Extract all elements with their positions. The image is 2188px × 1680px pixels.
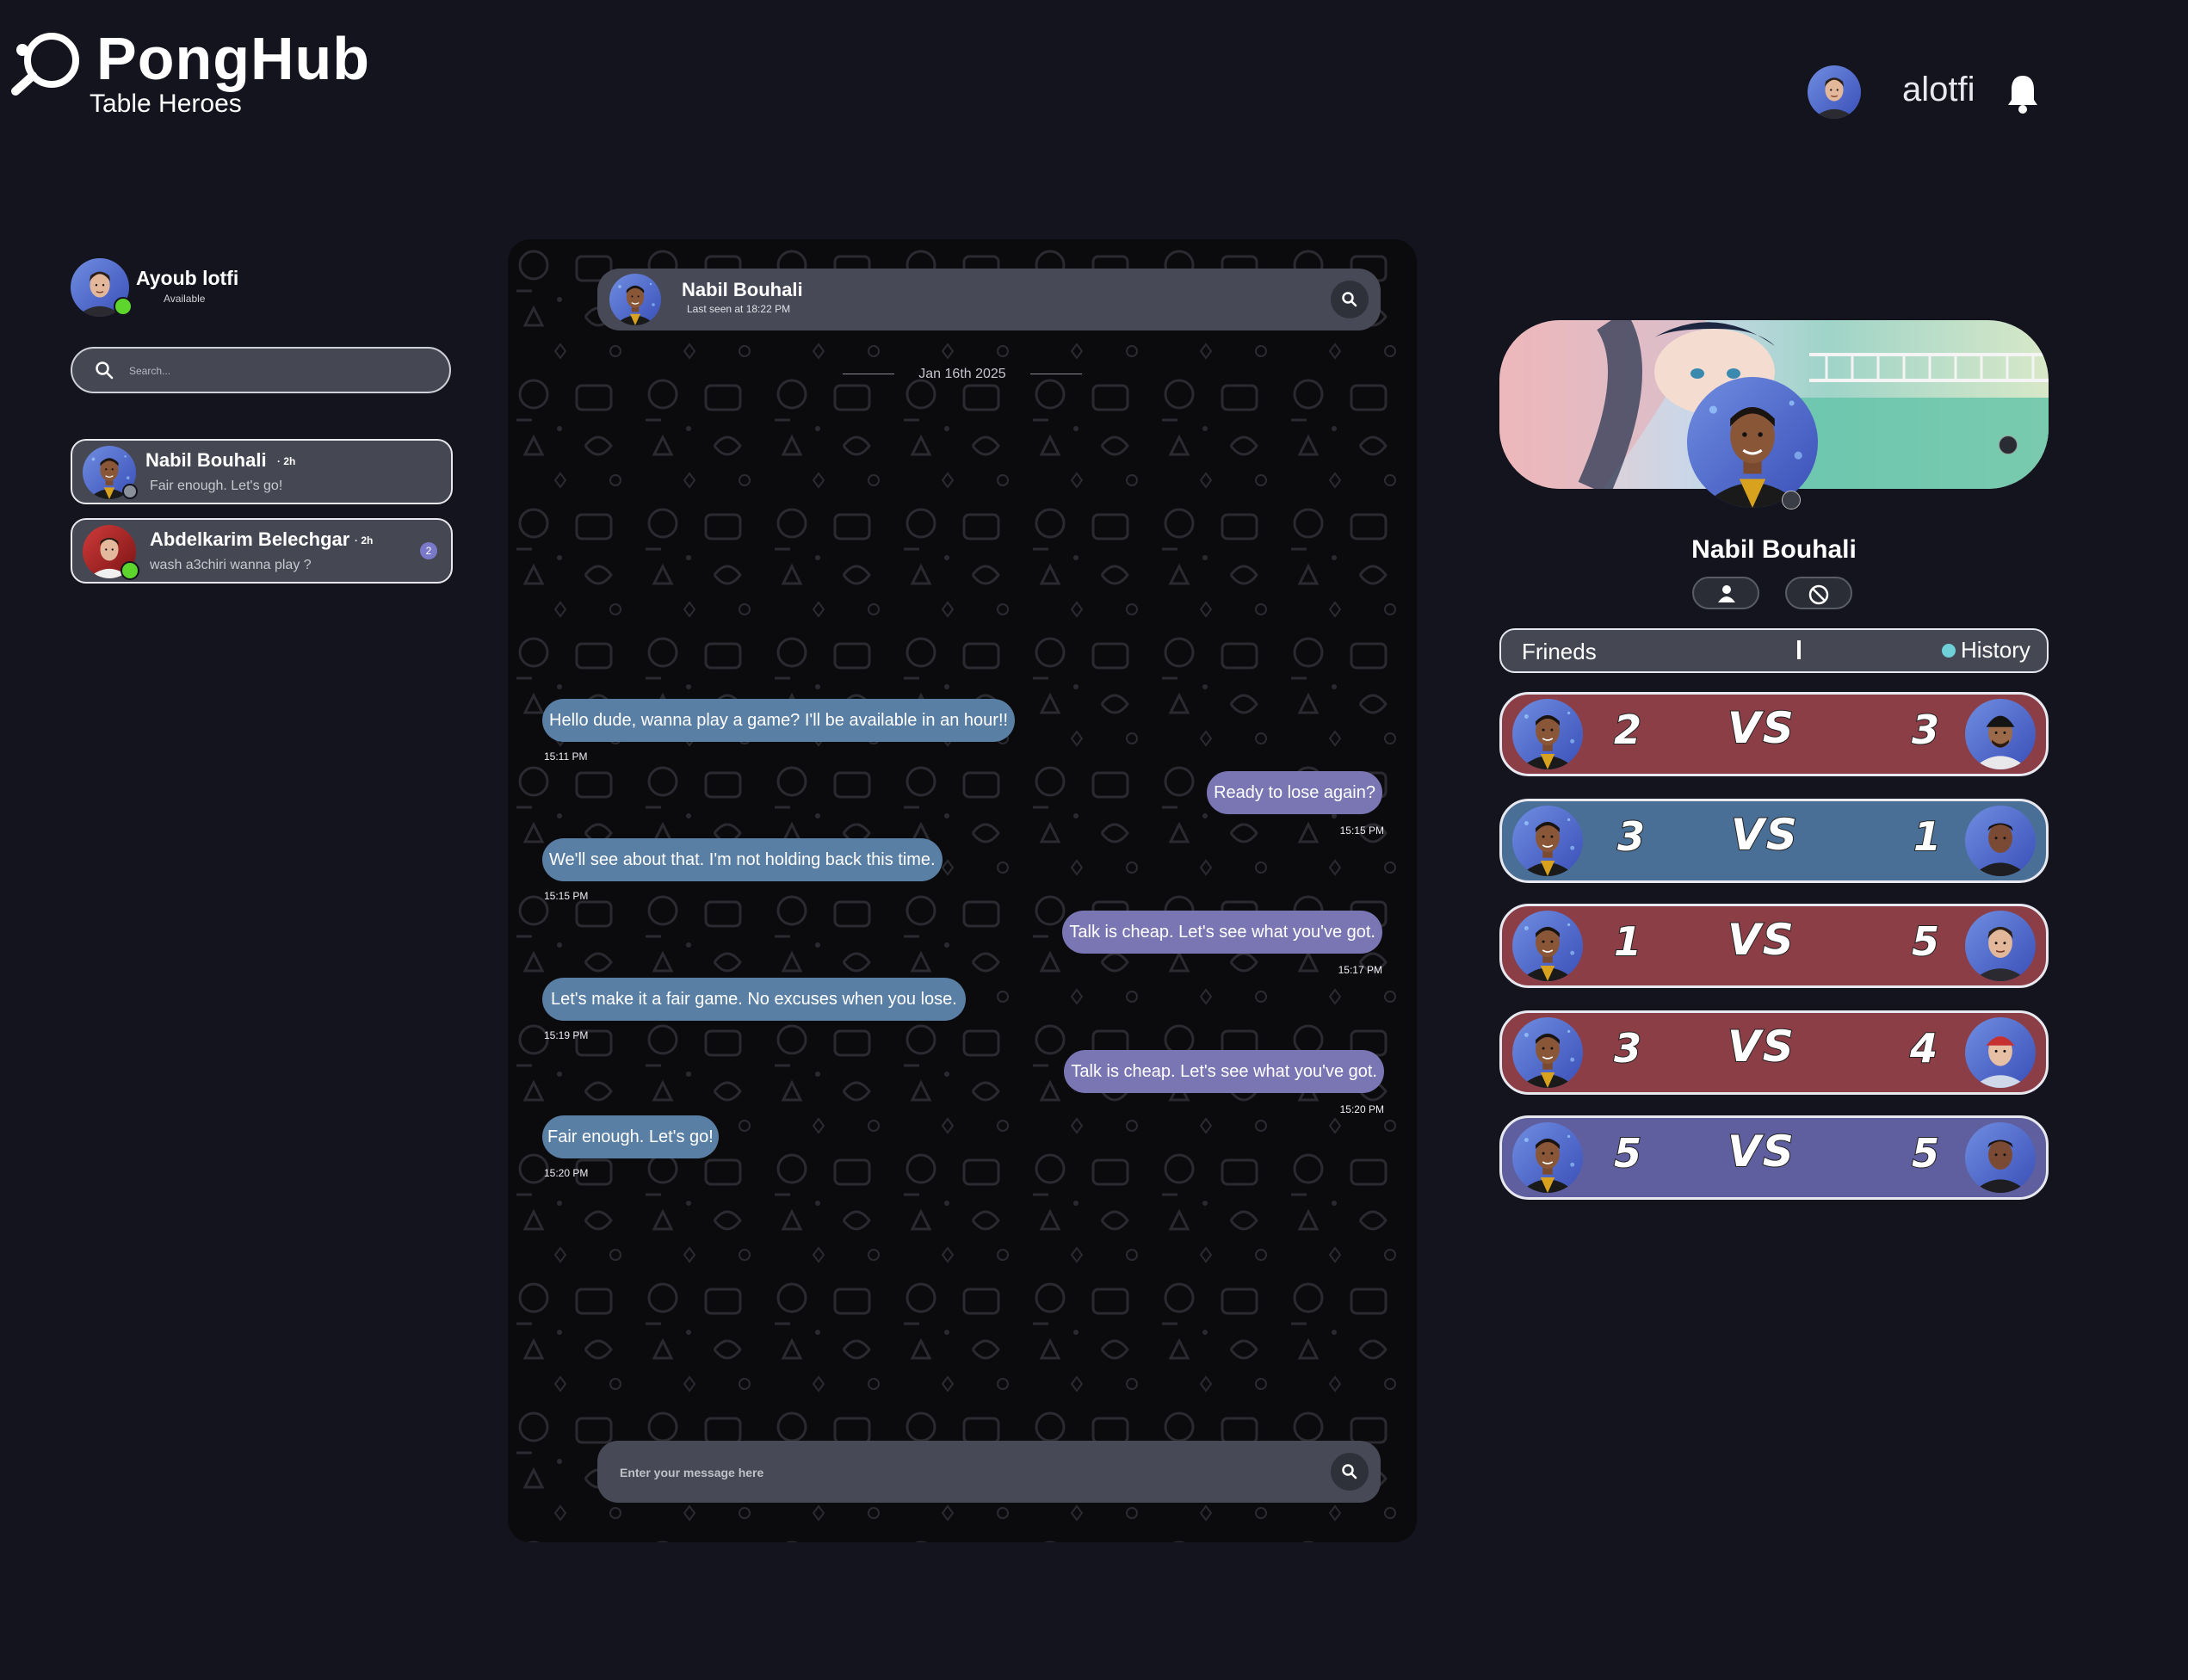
profile-name: Nabil Bouhali — [1691, 535, 1857, 564]
my-name: Ayoub lotfi — [136, 267, 239, 289]
player-avatar — [1512, 1122, 1583, 1193]
contact-avatar[interactable] — [609, 274, 661, 325]
unread-badge: 2 — [420, 542, 437, 559]
opponent-score: 1 — [1913, 812, 1942, 861]
date-separator: Jan 16th 2025 — [508, 367, 1417, 382]
message-outgoing: Talk is cheap. Let's see what you've got… — [1064, 1050, 1384, 1093]
my-status: Available — [164, 293, 206, 305]
message-outgoing: Talk is cheap. Let's see what you've got… — [1062, 911, 1382, 954]
vs-label: VS — [1727, 914, 1796, 966]
tab-friends[interactable]: Frineds — [1522, 639, 1597, 665]
header-username[interactable]: alotfi — [1902, 71, 1975, 109]
opponent-score: 5 — [1911, 917, 1940, 966]
match-history-item[interactable]: 1 VS 5 — [1499, 904, 2049, 988]
message-input[interactable] — [618, 1460, 1293, 1485]
bell-icon[interactable] — [2006, 72, 2040, 114]
chat-doodle-background — [508, 239, 1417, 1542]
opponent-avatar — [1965, 806, 2036, 876]
chat-header: Nabil Bouhali Last seen at 18:22 PM — [597, 269, 1381, 330]
conversation-search[interactable] — [71, 347, 451, 393]
opponent-avatar — [1965, 1017, 2036, 1088]
opponent-avatar — [1965, 1122, 2036, 1193]
message-time: 15:11 PM — [544, 750, 588, 763]
conversation-item[interactable]: Abdelkarim Belechgar · 2h wash a3chiri w… — [71, 518, 453, 584]
online-indicator — [114, 297, 133, 316]
opponent-avatar — [1965, 911, 2036, 981]
profile-tabs: Frineds History — [1499, 628, 2049, 673]
last-seen: Last seen at 18:22 PM — [687, 303, 791, 315]
conversation-item[interactable]: Nabil Bouhali · 2h Fair enough. Let's go… — [71, 439, 453, 504]
message-time: 15:19 PM — [544, 1029, 589, 1041]
ponghub-logo-icon — [11, 33, 79, 96]
message-time: 15:15 PM — [544, 890, 589, 902]
message-time: 15:20 PM — [1339, 1103, 1384, 1115]
player-avatar — [1512, 699, 1583, 769]
tab-divider — [1797, 640, 1801, 659]
last-message: wash a3chiri wanna play ? — [150, 558, 312, 572]
player-avatar — [1512, 806, 1583, 876]
search-icon — [1342, 292, 1357, 307]
message-composer — [597, 1441, 1381, 1503]
vs-label: VS — [1727, 1126, 1796, 1177]
conversation-time: · 2h — [277, 455, 296, 467]
opponent-score: 5 — [1911, 1129, 1940, 1177]
online-indicator — [121, 561, 139, 580]
brand-name: PongHub — [96, 25, 371, 92]
chat-contact-name[interactable]: Nabil Bouhali — [682, 279, 803, 301]
player-score: 3 — [1613, 1024, 1642, 1072]
opponent-avatar — [1965, 699, 2036, 769]
send-button[interactable] — [1331, 1453, 1369, 1491]
vs-label: VS — [1727, 702, 1796, 754]
message-incoming: Let's make it a fair game. No excuses wh… — [542, 978, 966, 1021]
player-score: 1 — [1613, 917, 1642, 966]
edit-avatar-icon[interactable] — [1782, 491, 1801, 510]
opponent-score: 4 — [1909, 1024, 1938, 1072]
match-history-item[interactable]: 2 VS 3 — [1499, 692, 2049, 776]
profile-avatar — [1687, 377, 1818, 508]
tab-history[interactable]: History — [1961, 637, 2030, 664]
contact-name: Abdelkarim Belechgar — [150, 528, 350, 550]
brand-tagline: Table Heroes — [90, 90, 242, 118]
add-friend-button[interactable] — [1692, 577, 1759, 609]
search-icon — [96, 361, 114, 380]
vs-label: VS — [1727, 1021, 1796, 1072]
contact-name: Nabil Bouhali — [145, 449, 267, 471]
opponent-score: 3 — [1911, 706, 1940, 754]
active-tab-indicator — [1942, 644, 1956, 658]
message-time: 15:17 PM — [1338, 964, 1382, 976]
message-outgoing: Ready to lose again? — [1207, 771, 1382, 814]
player-score: 3 — [1616, 812, 1646, 861]
match-history-item[interactable]: 5 VS 5 — [1499, 1115, 2049, 1200]
search-icon — [1342, 1464, 1357, 1479]
user-icon — [1718, 585, 1735, 602]
chat-panel: Nabil Bouhali Last seen at 18:22 PM Jan … — [508, 239, 1417, 1542]
match-history-item[interactable]: 3 VS 4 — [1499, 1010, 2049, 1095]
message-incoming: Hello dude, wanna play a game? I'll be a… — [542, 699, 1016, 742]
block-icon — [1808, 584, 1829, 605]
player-score: 2 — [1613, 706, 1642, 754]
message-time: 15:15 PM — [1339, 825, 1384, 837]
conversation-time: · 2h — [355, 534, 374, 547]
message-incoming: Fair enough. Let's go! — [542, 1115, 719, 1158]
player-score: 5 — [1613, 1129, 1642, 1177]
player-avatar — [1512, 911, 1583, 981]
user-avatar[interactable] — [1808, 65, 1861, 119]
block-user-button[interactable] — [1785, 577, 1852, 609]
match-history-item[interactable]: 3 VS 1 — [1499, 799, 2049, 883]
vs-label: VS — [1730, 809, 1799, 861]
edit-banner-icon[interactable] — [1999, 435, 2018, 454]
last-message: Fair enough. Let's go! — [150, 479, 283, 493]
search-input[interactable] — [127, 360, 423, 382]
offline-indicator — [122, 484, 138, 499]
message-time: 15:20 PM — [544, 1167, 589, 1179]
player-avatar — [1512, 1017, 1583, 1088]
chat-search-button[interactable] — [1331, 281, 1369, 318]
message-incoming: We'll see about that. I'm not holding ba… — [542, 838, 943, 881]
